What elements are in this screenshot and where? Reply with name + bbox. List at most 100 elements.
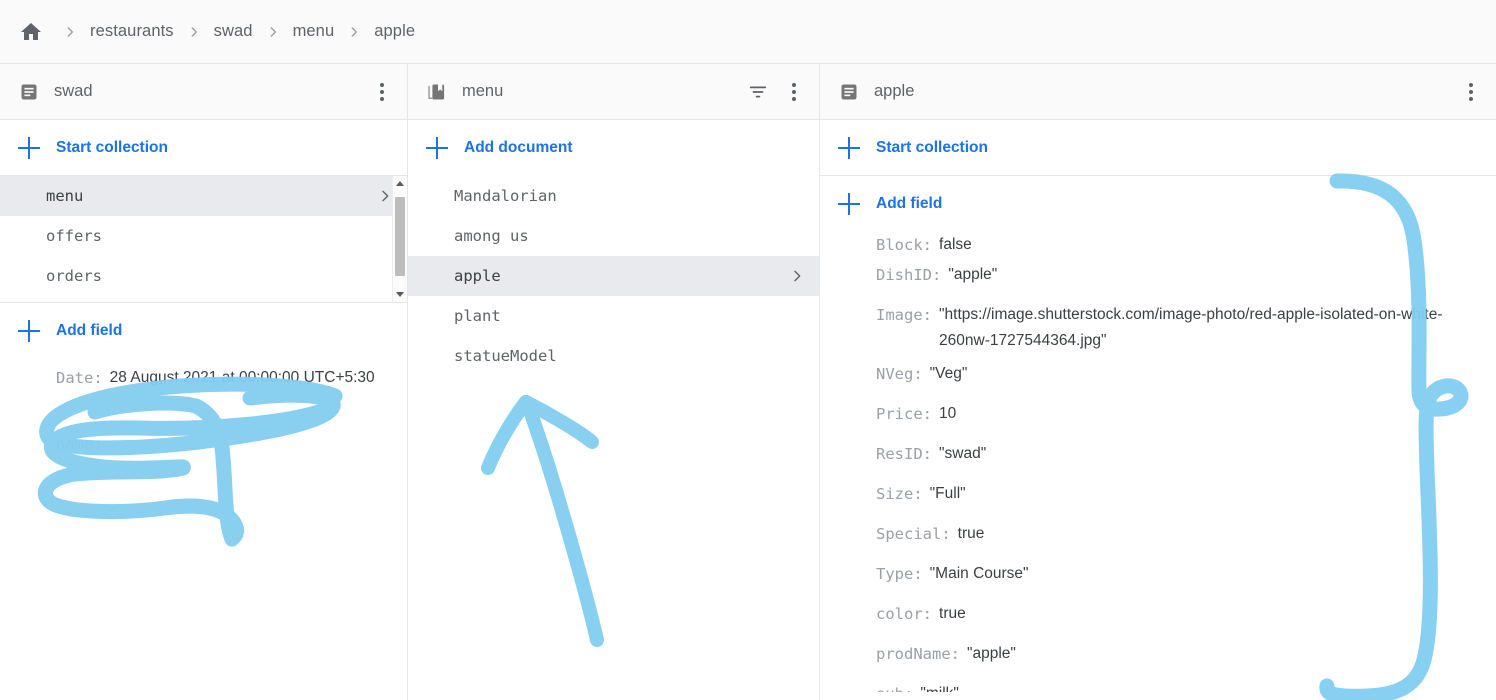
field-row[interactable]: color: true	[820, 594, 1496, 634]
collections-panel: swad Start collection menu offers orders…	[0, 64, 408, 700]
field-row[interactable]: Block: false	[820, 232, 1496, 255]
collections-list: menu offers orders tables	[0, 176, 407, 302]
start-collection-button[interactable]: Start collection	[0, 120, 407, 176]
collection-item-label: menu	[46, 187, 84, 205]
plus-icon	[838, 136, 860, 159]
collections-scrollbar[interactable]	[392, 176, 407, 302]
field-key: DishID	[876, 266, 932, 284]
field-key: Special	[876, 525, 942, 543]
field-row[interactable]: Date: 28 August 2021 at 00:00:00 UTC+5:3…	[0, 358, 407, 410]
field-row[interactable]: Type: "Main Course"	[820, 554, 1496, 594]
document-item-label: plant	[454, 307, 501, 325]
field-value: "apple"	[948, 266, 998, 283]
field-key: Date	[56, 369, 94, 387]
field-value: "Main Course"	[929, 565, 1029, 582]
start-collection-label: Start collection	[56, 138, 168, 156]
plus-icon	[838, 193, 860, 215]
breadcrumb-separator	[187, 25, 201, 39]
documents-panel-actions	[747, 80, 805, 104]
field-value: true	[957, 525, 985, 542]
document-item-label: statueModel	[454, 347, 557, 365]
add-field-label: Add field	[56, 321, 123, 339]
field-row[interactable]: ResID: "swad"	[820, 434, 1496, 474]
documents-panel-title: menu	[462, 82, 504, 100]
document-icon	[838, 81, 860, 103]
more-vert-icon[interactable]	[783, 80, 805, 104]
collection-item-offers[interactable]: offers	[0, 216, 407, 256]
plus-icon	[426, 137, 448, 159]
field-value: "swad"	[939, 445, 987, 462]
field-key: ResID	[876, 445, 923, 463]
panel-columns: swad Start collection menu offers orders…	[0, 64, 1496, 700]
collection-item-label: offers	[46, 227, 102, 245]
document-item-label: Mandalorian	[454, 187, 557, 205]
more-vert-icon[interactable]	[371, 80, 393, 104]
breadcrumb-item-apple[interactable]: apple	[372, 20, 417, 43]
document-item-label: apple	[454, 267, 501, 285]
start-collection-label: Start collection	[876, 138, 988, 156]
collection-item-orders[interactable]: orders	[0, 256, 407, 296]
field-key: name	[56, 435, 94, 453]
field-key: prodName	[876, 645, 951, 663]
document-item-apple[interactable]: apple	[408, 256, 819, 296]
document-panel-title: apple	[874, 82, 915, 100]
field-key: Price	[876, 405, 923, 423]
collection-item-menu[interactable]: menu	[0, 176, 407, 216]
field-key: color	[876, 605, 923, 623]
documents-panel-header: menu	[408, 64, 819, 120]
field-row[interactable]: Special: true	[820, 514, 1496, 554]
field-row[interactable]: Image: "https://image.shutterstock.com/i…	[820, 295, 1496, 354]
home-icon[interactable]	[18, 19, 44, 45]
scroll-down-arrow[interactable]	[393, 287, 407, 302]
field-key: Type	[876, 565, 914, 583]
collection-item-label: orders	[46, 267, 102, 285]
chevron-right-icon	[377, 188, 393, 204]
collections-panel-actions	[371, 80, 393, 104]
chevron-right-icon	[789, 268, 805, 284]
breadcrumb-separator	[266, 25, 280, 39]
field-row[interactable]: NVeg: "Veg"	[820, 354, 1496, 394]
document-item-statuemodel[interactable]: statueModel	[408, 336, 819, 376]
field-row[interactable]: Price: 10	[820, 394, 1496, 434]
plus-icon	[18, 319, 40, 342]
field-row[interactable]: name:	[0, 424, 407, 464]
add-field-label: Add field	[876, 195, 943, 212]
field-value: 10	[939, 405, 957, 422]
collections-add-field-button[interactable]: Add field	[0, 302, 407, 358]
document-panel-header: apple	[820, 64, 1496, 120]
collection-icon	[426, 81, 448, 103]
document-add-field-button[interactable]: Add field	[820, 176, 1496, 232]
breadcrumb-separator	[63, 25, 77, 39]
scroll-up-arrow[interactable]	[393, 176, 407, 191]
field-row[interactable]: prodName: "apple"	[820, 634, 1496, 674]
collections-panel-header: swad	[0, 64, 407, 120]
field-value: "Veg"	[929, 365, 968, 382]
add-document-button[interactable]: Add document	[408, 120, 819, 176]
breadcrumb: restaurants swad menu apple	[0, 0, 1496, 64]
breadcrumb-separator	[347, 25, 361, 39]
field-value: true	[939, 605, 966, 622]
document-detail-panel: apple Start collection Add field Block:	[820, 64, 1496, 700]
document-item-label: among us	[454, 227, 529, 245]
breadcrumb-item-swad[interactable]: swad	[212, 20, 255, 43]
breadcrumb-item-restaurants[interactable]: restaurants	[88, 20, 176, 43]
document-item-among-us[interactable]: among us	[408, 216, 819, 256]
document-field-list: Block: false DishID: "apple" Image: "htt…	[820, 232, 1496, 700]
scrollbar-thumb[interactable]	[395, 197, 405, 276]
filter-icon[interactable]	[747, 80, 769, 104]
firestore-data-viewer: restaurants swad menu apple swad Start c…	[0, 0, 1496, 700]
field-row[interactable]: DishID: "apple"	[820, 255, 1496, 295]
document-item-plant[interactable]: plant	[408, 296, 819, 336]
documents-list: Mandalorian among us apple plant statueM…	[408, 176, 819, 376]
collection-item-tables[interactable]: tables	[0, 296, 407, 302]
document-panel-actions	[1460, 80, 1482, 104]
add-document-label: Add document	[464, 139, 573, 156]
field-row[interactable]: sub: "milk"	[820, 674, 1496, 692]
more-vert-icon[interactable]	[1460, 80, 1482, 104]
collections-list-scroll: menu offers orders tables	[0, 176, 407, 302]
breadcrumb-item-menu[interactable]: menu	[291, 20, 337, 43]
field-key: Block	[876, 236, 923, 254]
field-row[interactable]: Size: "Full"	[820, 474, 1496, 514]
document-item-mandalorian[interactable]: Mandalorian	[408, 176, 819, 216]
document-start-collection-button[interactable]: Start collection	[820, 120, 1496, 176]
